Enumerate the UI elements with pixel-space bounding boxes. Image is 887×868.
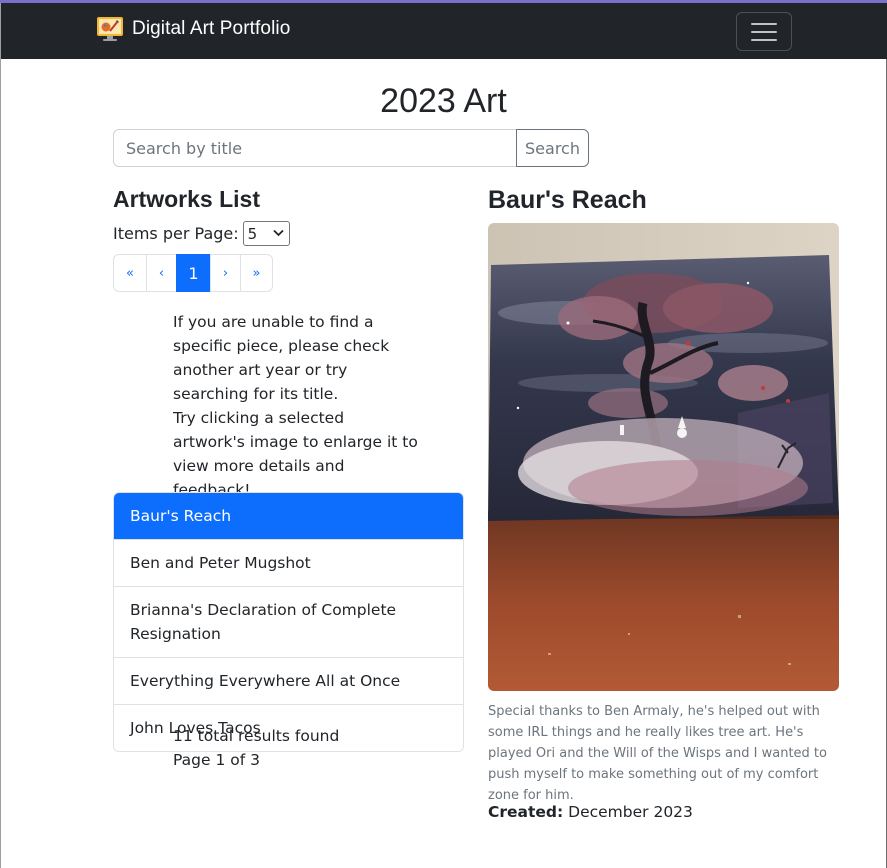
search-input[interactable] [113,129,517,167]
help-text-line-1: If you are unable to find a specific pie… [173,313,390,403]
list-item-ben-and-peter-mugshot[interactable]: Ben and Peter Mugshot [114,539,463,586]
navbar-toggle-button[interactable] [736,12,792,51]
artwork-image[interactable] [488,223,839,691]
pagination-next[interactable]: › [210,254,241,292]
hamburger-icon-line [751,38,777,41]
items-per-page-value: 5 [247,224,258,243]
pagination-prev[interactable]: ‹ [146,254,177,292]
artworks-list: Baur's Reach Ben and Peter Mugshot Brian… [113,492,464,752]
artwork-caption: Special thanks to Ben Armaly, he's helpe… [488,704,827,803]
hamburger-icon-line [751,30,777,33]
artwork-created: Created: December 2023 [488,800,693,824]
navbar: Digital Art Portfolio [0,3,887,59]
pagination-last[interactable]: » [240,254,273,292]
list-item-baurs-reach[interactable]: Baur's Reach [114,493,463,539]
created-value: December 2023 [568,803,693,821]
page-title: 2023 Art [380,82,507,120]
help-text: If you are unable to find a specific pie… [173,310,418,502]
brand-title: Digital Art Portfolio [132,18,291,39]
window-left-border [0,3,1,868]
items-per-page: Items per Page: 5 [113,221,290,246]
items-per-page-label: Items per Page: [113,224,239,243]
created-label: Created: [488,803,564,821]
search-button[interactable]: Search [516,129,589,167]
results-summary: 11 total results found Page 1 of 3 [173,724,339,772]
pagination-page-1[interactable]: 1 [176,254,211,292]
pagination-first[interactable]: « [113,254,147,292]
help-text-line-2: Try clicking a selected artwork's image … [173,409,418,499]
pagination: « ‹ 1 › » [113,254,273,292]
total-results: 11 total results found [173,727,340,745]
navbar-brand[interactable]: Digital Art Portfolio [96,15,290,43]
artworks-list-heading: Artworks List [113,186,260,212]
items-per-page-select[interactable]: 5 [242,221,290,246]
artwork-title: Baur's Reach [488,186,647,214]
chevron-down-icon [273,227,284,240]
page-info: Page 1 of 3 [173,751,260,769]
hamburger-icon [751,22,777,25]
list-item-everything-everywhere[interactable]: Everything Everywhere All at Once [114,657,463,704]
palette-monitor-icon [96,15,124,43]
list-item-briannas-declaration[interactable]: Brianna's Declaration of Complete Resign… [114,586,463,657]
